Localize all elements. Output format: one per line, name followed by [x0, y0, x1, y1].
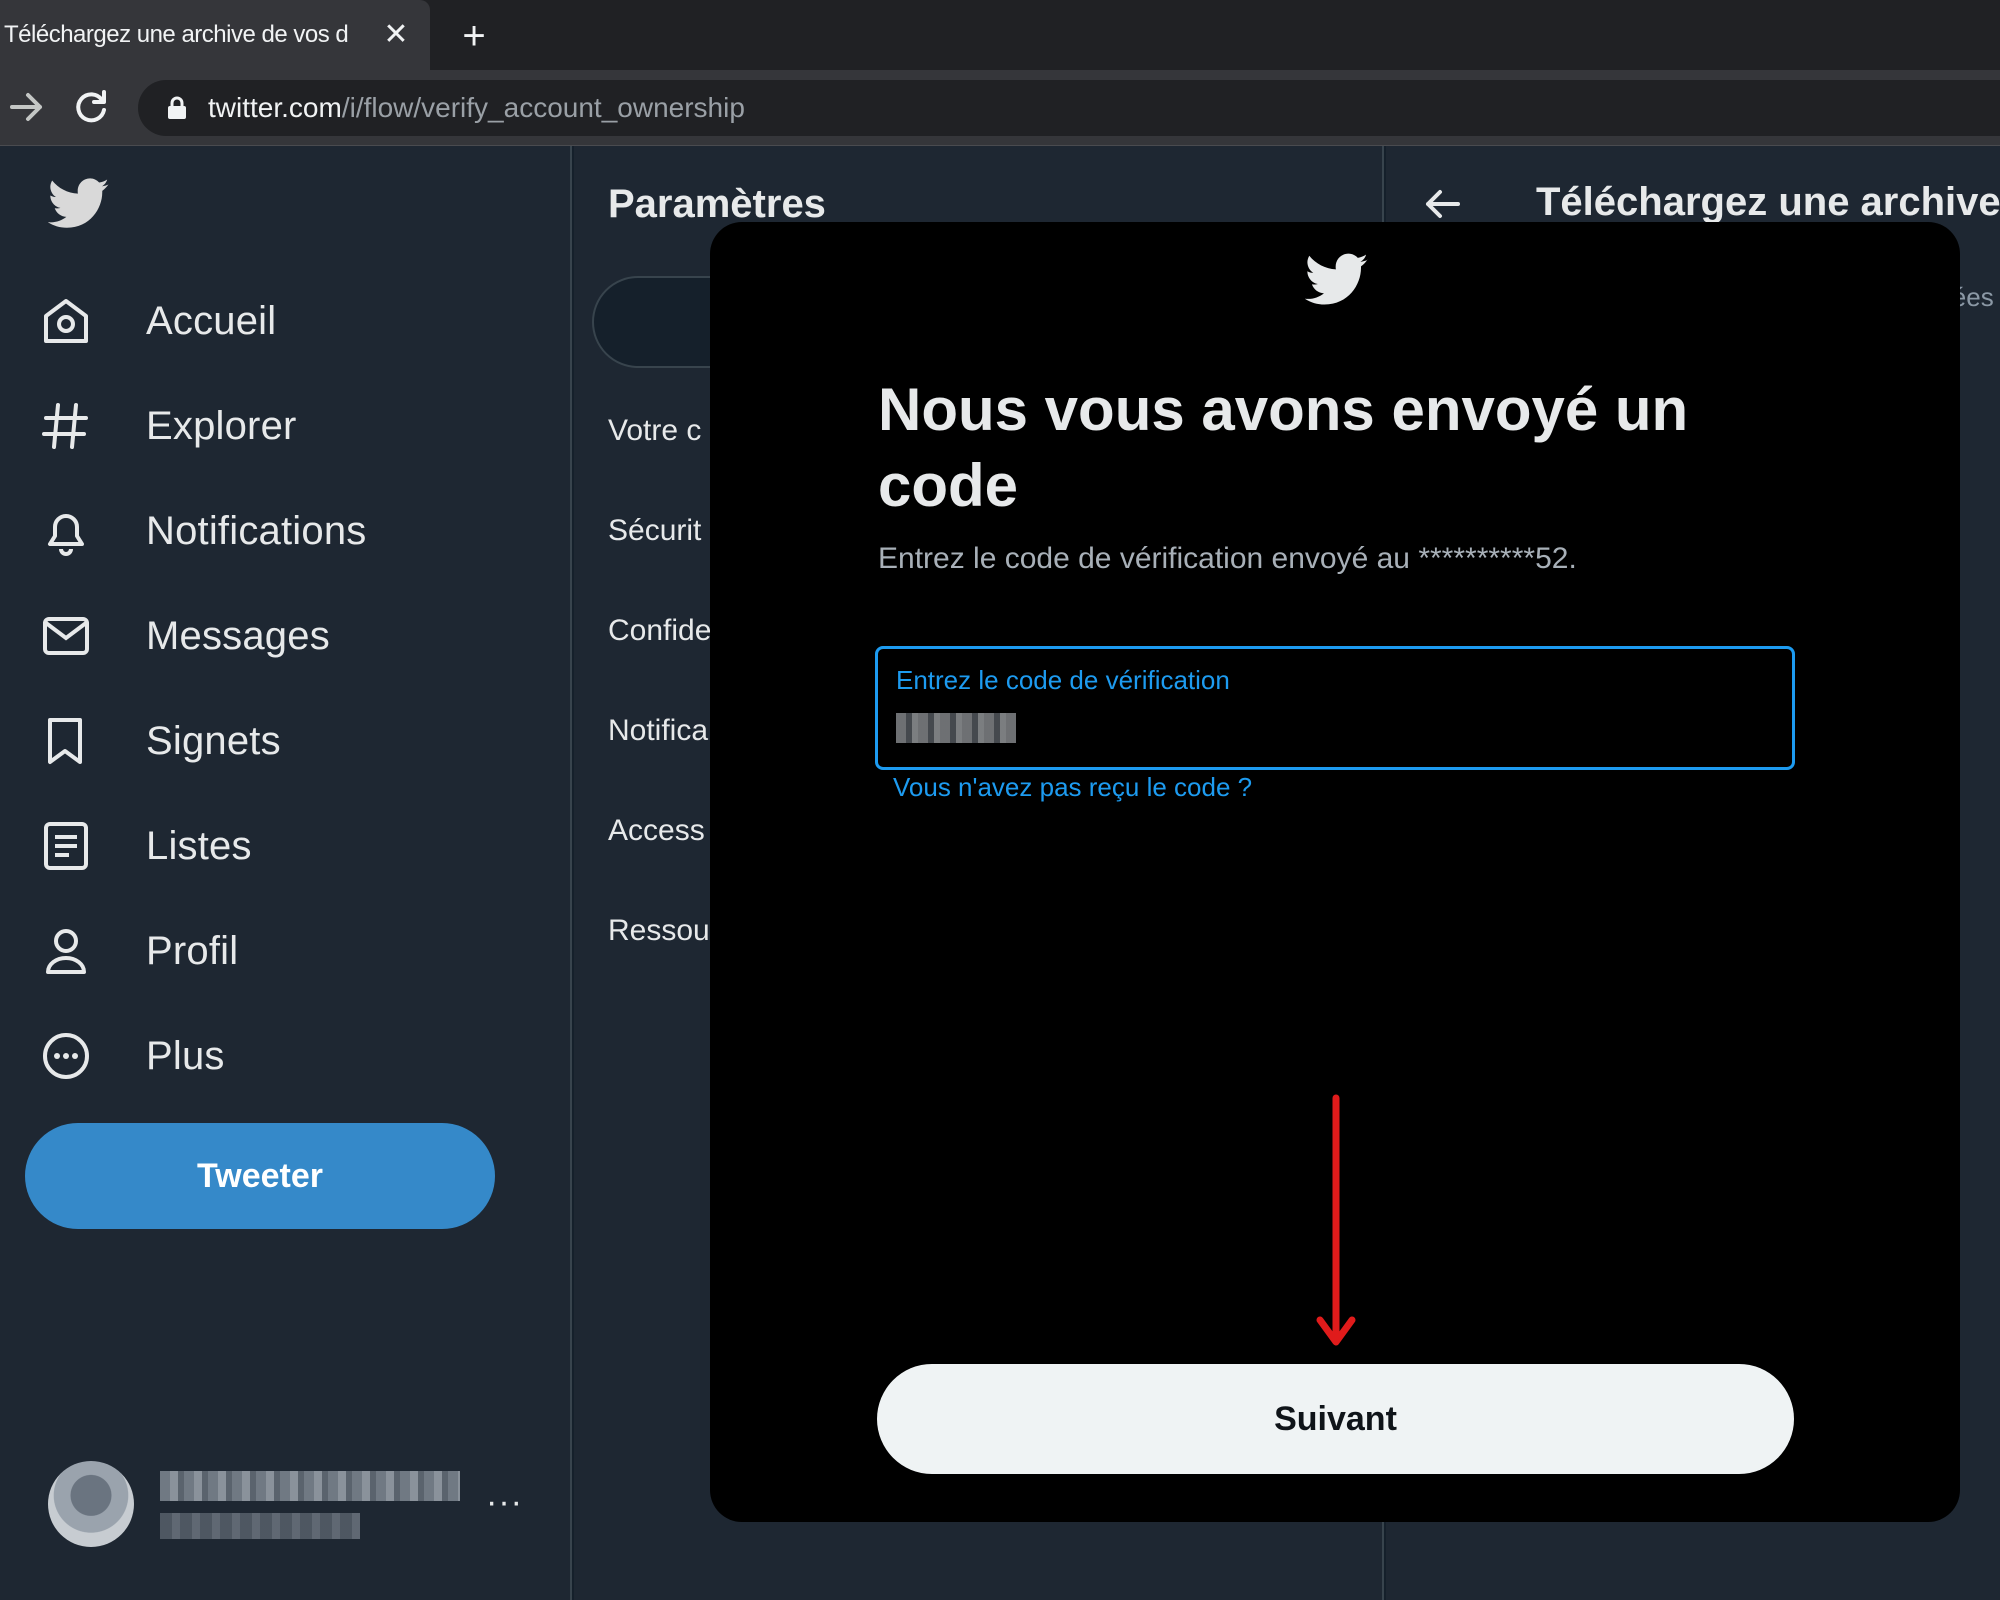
nav-label: Signets	[146, 718, 281, 763]
bookmark-icon	[40, 715, 112, 767]
lock-icon[interactable]	[166, 96, 188, 120]
verification-code-value-redacted[interactable]	[896, 713, 1016, 743]
browser-tab[interactable]: Téléchargez une archive de vos d ✕	[0, 0, 430, 70]
settings-title: Paramètres	[608, 182, 826, 226]
nav-item-notifications[interactable]: Notifications	[40, 496, 366, 566]
avatar	[48, 1461, 134, 1547]
nav-item-explorer[interactable]: Explorer	[40, 391, 297, 461]
browser-tab-bar: Téléchargez une archive de vos d ✕ +	[0, 0, 2000, 70]
forward-arrow-icon[interactable]	[4, 84, 50, 130]
field-label: Entrez le code de vérification	[896, 665, 1230, 695]
list-icon	[40, 820, 112, 872]
next-button[interactable]: Suivant	[877, 1364, 1794, 1474]
back-arrow-icon[interactable]	[1422, 186, 1462, 222]
nav-label: Profil	[146, 928, 239, 973]
verification-code-field[interactable]: Entrez le code de vérification	[875, 646, 1795, 770]
home-icon	[40, 295, 112, 347]
nav-label: Plus	[146, 1033, 225, 1078]
hashtag-icon	[40, 400, 112, 452]
nav-label: Listes	[146, 823, 252, 868]
browser-toolbar: twitter.com/i/flow/verify_account_owners…	[0, 70, 2000, 146]
more-circle-icon	[40, 1030, 112, 1082]
url-path: /i/flow/verify_account_ownership	[341, 92, 745, 123]
verification-modal: Nous vous avons envoyé un code Entrez le…	[710, 222, 1960, 1522]
settings-item-notifications[interactable]: Notifica	[608, 714, 708, 748]
nav-item-profil[interactable]: Profil	[40, 916, 238, 986]
settings-item-account[interactable]: Votre c	[608, 414, 701, 448]
settings-item-resources[interactable]: Ressou	[608, 914, 710, 948]
settings-item-accessibility[interactable]: Access	[608, 814, 705, 848]
nav-item-plus[interactable]: Plus	[40, 1021, 225, 1091]
mail-icon	[40, 610, 112, 662]
nav-item-listes[interactable]: Listes	[40, 811, 252, 881]
nav-item-messages[interactable]: Messages	[40, 601, 330, 671]
tweet-button[interactable]: Tweeter	[25, 1123, 495, 1229]
url-text[interactable]: twitter.com/i/flow/verify_account_owners…	[208, 90, 745, 126]
detail-title: Téléchargez une archive	[1536, 180, 2000, 224]
nav-label: Explorer	[146, 403, 297, 448]
twitter-sidebar: Accueil Explorer Notifications Messages …	[0, 146, 572, 1600]
tab-title: Téléchargez une archive de vos d	[4, 21, 349, 48]
twitter-logo-icon[interactable]	[47, 176, 110, 232]
account-switcher[interactable]: ···	[48, 1461, 528, 1551]
settings-item-privacy[interactable]: Confide	[608, 614, 711, 648]
nav-label: Notifications	[146, 508, 367, 553]
new-tab-button[interactable]: +	[452, 14, 496, 58]
nav-label: Messages	[146, 613, 330, 658]
tab-close-icon[interactable]: ✕	[378, 14, 414, 56]
nav-label: Accueil	[146, 298, 277, 343]
resend-code-link[interactable]: Vous n'avez pas reçu le code ?	[893, 772, 1252, 803]
account-handle-redacted	[160, 1513, 360, 1539]
settings-item-security[interactable]: Sécurit	[608, 514, 701, 548]
modal-subtitle: Entrez le code de vérification envoyé au…	[878, 542, 1577, 575]
nav-item-signets[interactable]: Signets	[40, 706, 281, 776]
bell-icon	[40, 505, 112, 557]
twitter-logo-icon	[1304, 252, 1369, 308]
nav-item-accueil[interactable]: Accueil	[40, 286, 276, 356]
address-bar[interactable]: twitter.com/i/flow/verify_account_owners…	[138, 80, 2000, 136]
reload-icon[interactable]	[68, 84, 114, 130]
modal-heading: Nous vous avons envoyé un code	[878, 376, 1689, 519]
profile-icon	[40, 925, 112, 977]
more-dots-icon[interactable]: ···	[486, 1483, 523, 1522]
annotation-arrow-icon	[1314, 1094, 1358, 1354]
url-host: twitter.com	[208, 92, 342, 123]
account-name-redacted	[160, 1471, 460, 1501]
